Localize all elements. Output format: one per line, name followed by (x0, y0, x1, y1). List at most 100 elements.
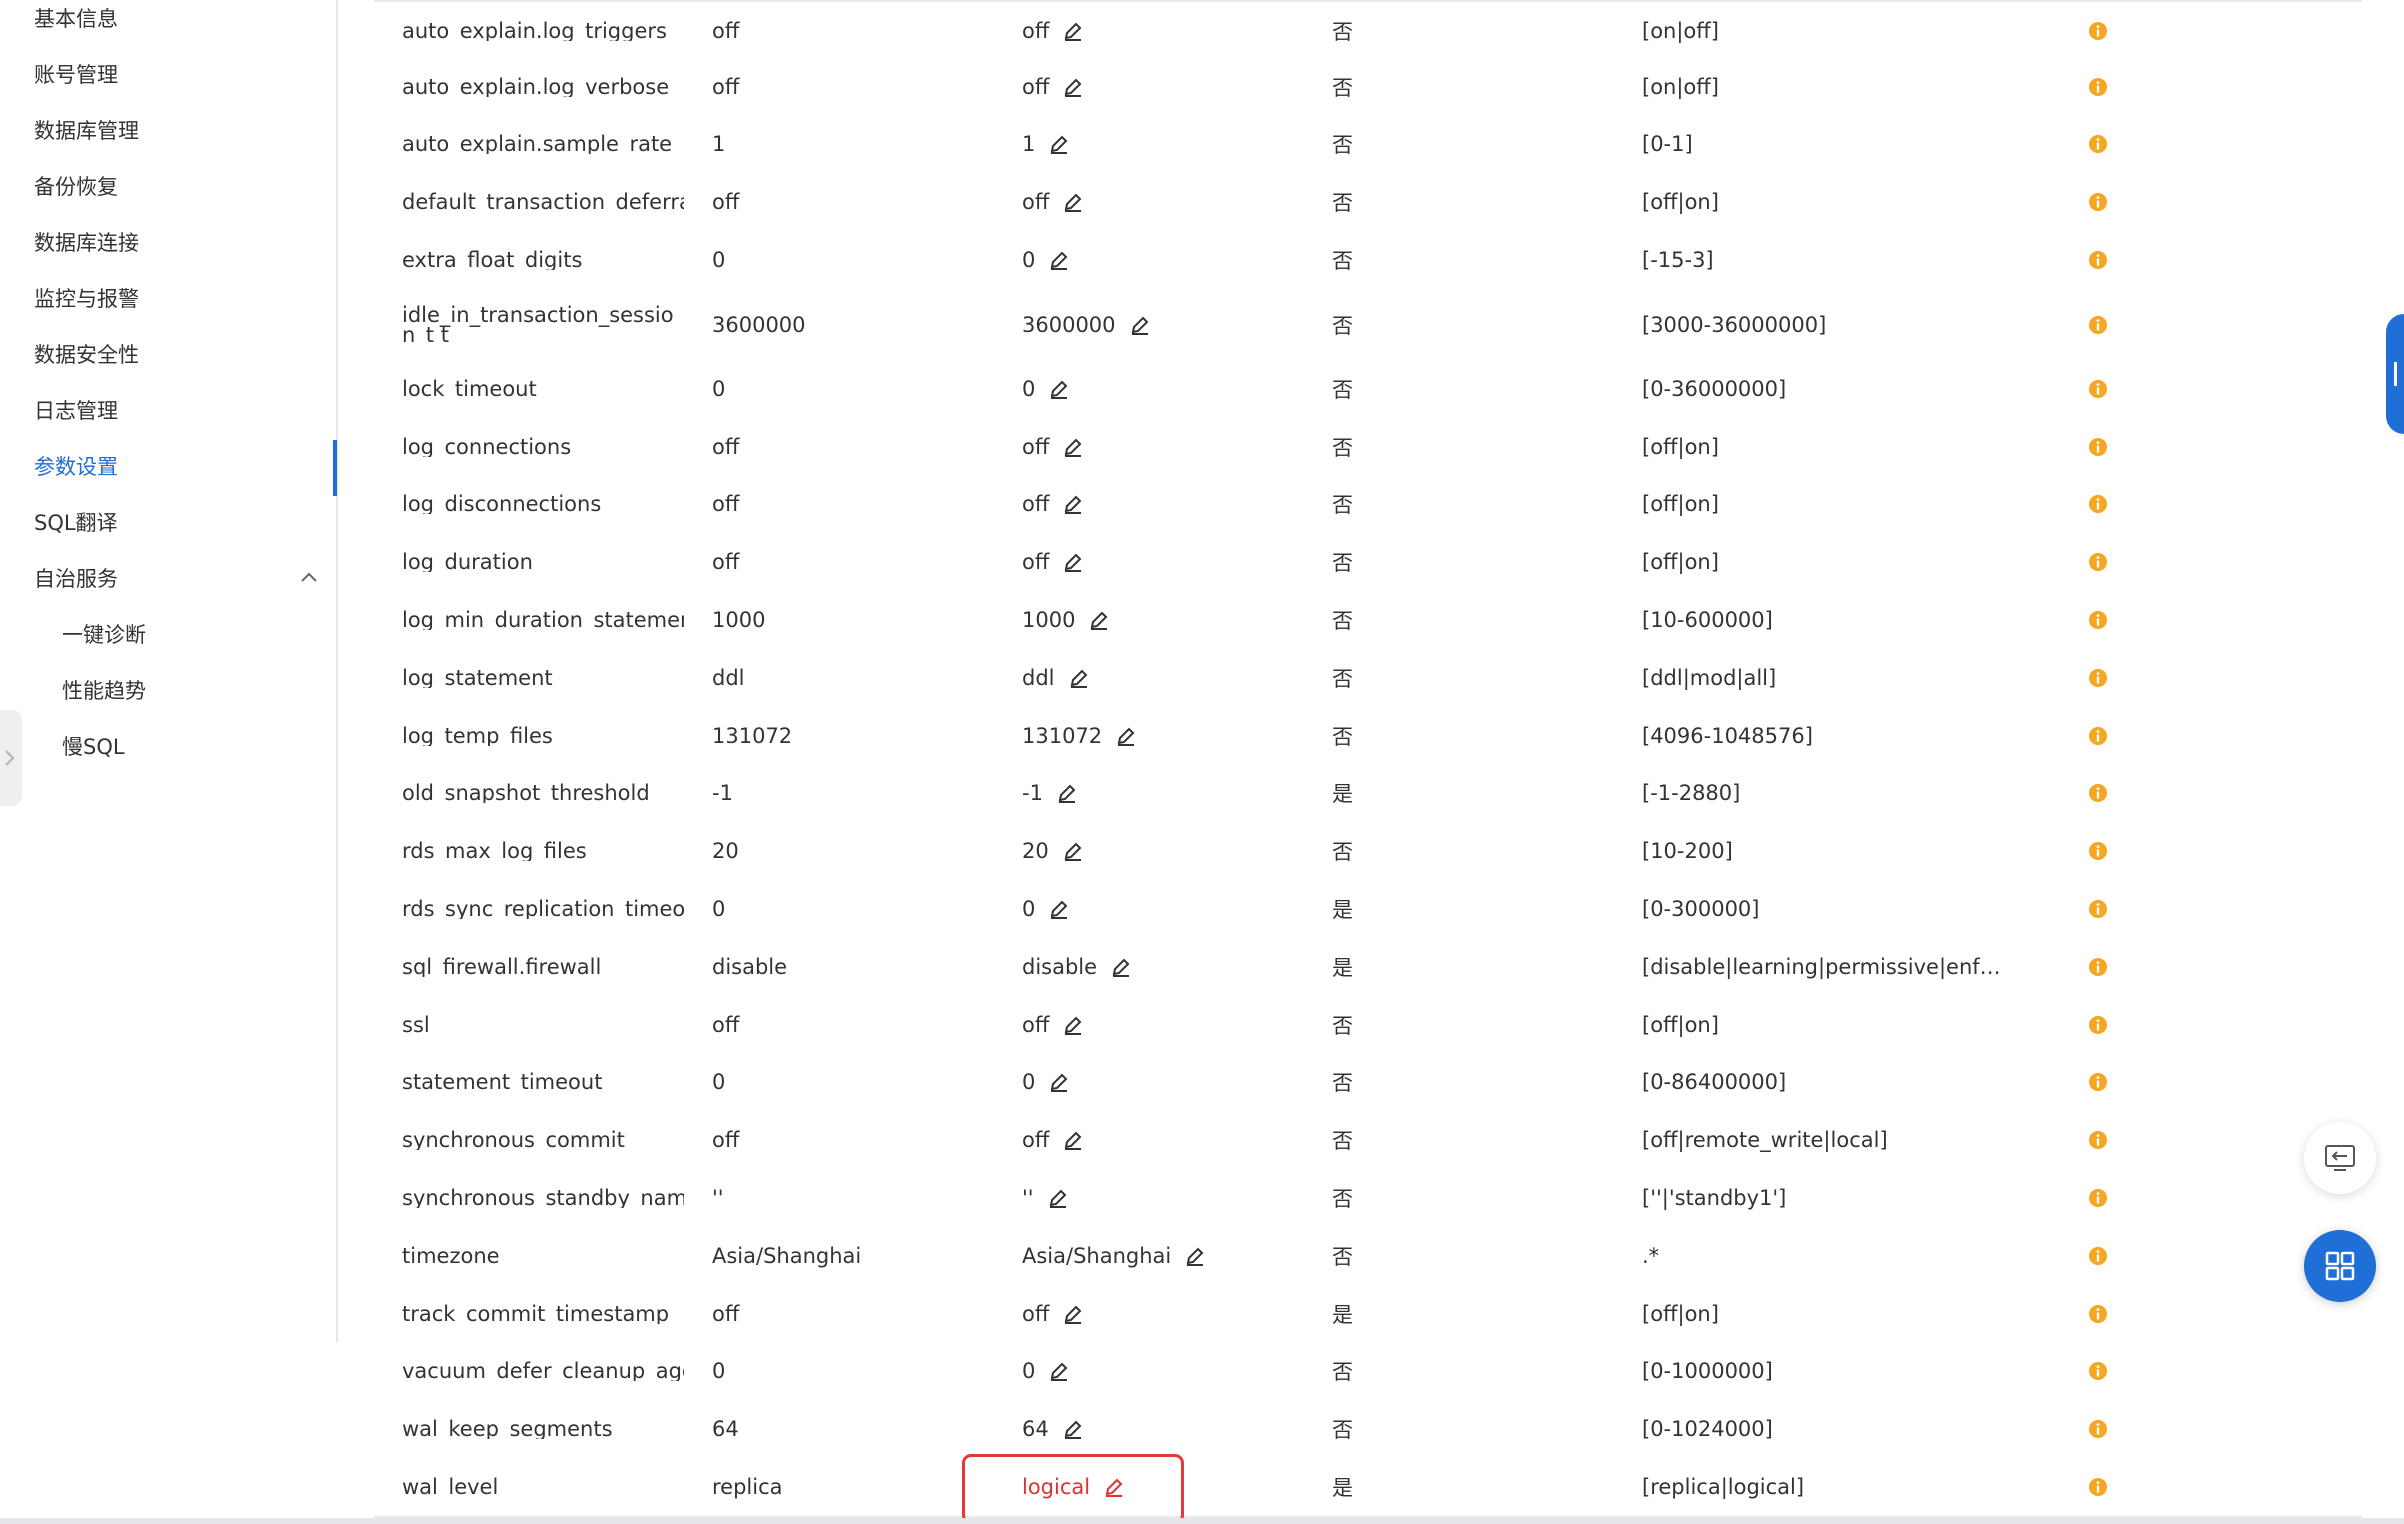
param-range: [3000-36000000] (1642, 312, 1827, 337)
info-circle-icon[interactable] (2088, 726, 2108, 746)
sidebar-item-security[interactable]: 数据安全性 (34, 341, 139, 369)
param-range-cell: [10-600000] (1642, 591, 2022, 649)
info-circle-icon[interactable] (2088, 437, 2108, 457)
param-default: off (712, 1301, 740, 1326)
sidebar-item-basic-info[interactable]: 基本信息 (34, 5, 118, 33)
pencil-icon[interactable] (1063, 1304, 1083, 1324)
param-range: [0-1024000] (1642, 1417, 1773, 1442)
info-circle-icon[interactable] (2088, 77, 2108, 97)
pencil-icon[interactable] (1185, 1246, 1205, 1266)
info-circle-icon[interactable] (2088, 1015, 2108, 1035)
param-name-cell: track_commit_timestamp (402, 1285, 684, 1343)
pencil-icon[interactable] (1116, 726, 1136, 746)
pencil-icon[interactable] (1063, 1130, 1083, 1151)
feedback-button[interactable] (2304, 1122, 2376, 1194)
pencil-icon[interactable] (1049, 134, 1069, 155)
sidebar-item-backup-restore[interactable]: 备份恢复 (34, 173, 118, 201)
pencil-icon[interactable] (1089, 610, 1109, 631)
sidebar-item-parameters[interactable]: 参数设置 (34, 453, 118, 481)
pencil-icon[interactable] (1063, 552, 1083, 573)
info-circle-icon[interactable] (2088, 192, 2108, 212)
info-circle-icon[interactable] (2088, 134, 2108, 154)
info-circle-icon[interactable] (2088, 315, 2108, 335)
info-circle-icon[interactable] (2088, 552, 2108, 572)
param-running-value: 20 (1022, 839, 1049, 864)
param-info-cell (2088, 58, 2128, 116)
param-info-cell (2088, 880, 2128, 938)
pencil-icon[interactable] (1063, 21, 1083, 41)
info-circle-icon[interactable] (2088, 1246, 2108, 1266)
param-running-value: off (1022, 550, 1050, 575)
param-running-cell: Asia/Shanghai (1022, 1227, 1322, 1285)
info-circle-icon[interactable] (2088, 610, 2108, 630)
param-range-cell: [replica|logical] (1642, 1458, 2022, 1516)
info-circle-icon[interactable] (2088, 957, 2108, 977)
pencil-icon[interactable] (1063, 192, 1083, 213)
info-circle-icon[interactable] (2088, 1361, 2108, 1381)
info-circle-icon[interactable] (2088, 250, 2108, 270)
param-name-cell: vacuum_defer_cleanup_age (402, 1343, 684, 1401)
sidebar-item-monitoring[interactable]: 监控与报警 (34, 285, 139, 313)
sidebar-item-db-connection[interactable]: 数据库连接 (34, 229, 139, 257)
pencil-icon[interactable] (1063, 841, 1083, 862)
info-circle-icon[interactable] (2088, 1188, 2108, 1208)
param-name-cell: log_duration (402, 533, 684, 591)
pencil-icon[interactable] (1063, 1015, 1083, 1035)
pencil-icon[interactable] (1063, 494, 1083, 515)
sidebar-item-logs[interactable]: 日志管理 (34, 397, 118, 425)
sidebar-item-slow-sql[interactable]: 慢SQL (62, 733, 125, 761)
sidebar-item-accounts[interactable]: 账号管理 (34, 61, 118, 89)
pencil-icon[interactable] (1049, 899, 1069, 920)
apps-button[interactable] (2304, 1230, 2376, 1302)
info-circle-icon[interactable] (2088, 21, 2108, 41)
pencil-icon[interactable] (1069, 668, 1089, 688)
param-running-cell: 0 (1022, 1343, 1322, 1401)
info-circle-icon[interactable] (2088, 1072, 2108, 1092)
info-circle-icon[interactable] (2088, 1419, 2108, 1439)
param-running-value: off (1022, 1012, 1050, 1037)
info-circle-icon[interactable] (2088, 494, 2108, 514)
pencil-icon[interactable] (1049, 1072, 1069, 1093)
side-panel-toggle[interactable] (2386, 314, 2404, 434)
param-restart-required: 否 (1332, 435, 1353, 460)
param-range-cell: [off|on] (1642, 476, 2022, 534)
sidebar-item-performance-trend[interactable]: 性能趋势 (62, 677, 146, 705)
param-running-cell: off (1022, 173, 1322, 231)
pencil-icon[interactable] (1048, 1188, 1068, 1209)
table-row: log_min_duration_statement 1000 1000 否 [10-6… (374, 591, 2362, 651)
pencil-icon[interactable] (1057, 783, 1077, 804)
pencil-icon[interactable] (1049, 250, 1069, 271)
info-circle-icon[interactable] (2088, 668, 2108, 688)
param-range-cell: [0-1000000] (1642, 1343, 2022, 1401)
pencil-icon[interactable] (1111, 957, 1131, 977)
info-circle-icon[interactable] (2088, 899, 2108, 919)
sidebar-item-sql-translation[interactable]: SQL翻译 (34, 509, 118, 537)
sidebar-item-one-click-diagnosis[interactable]: 一键诊断 (62, 621, 146, 649)
param-range: [10-600000] (1642, 608, 1773, 633)
pencil-icon[interactable] (1063, 77, 1083, 97)
info-circle-icon[interactable] (2088, 1477, 2108, 1497)
info-circle-icon[interactable] (2088, 1304, 2108, 1324)
sidebar-item-databases[interactable]: 数据库管理 (34, 117, 139, 145)
chevron-up-icon[interactable] (298, 569, 320, 585)
param-running-cell: '' (1022, 1169, 1322, 1227)
param-info-cell (2088, 476, 2128, 534)
info-circle-icon[interactable] (2088, 379, 2108, 399)
info-circle-icon[interactable] (2088, 1130, 2108, 1150)
pencil-icon[interactable] (1049, 379, 1069, 399)
pencil-icon[interactable] (1063, 1419, 1083, 1440)
param-name: wal_level (402, 1477, 499, 1498)
param-name: vacuum_defer_cleanup_age (402, 1361, 684, 1382)
sidebar-item-autonomy[interactable]: 自治服务 (34, 565, 118, 593)
param-running-value: -1 (1022, 781, 1043, 806)
param-name-cell: log_statement (402, 649, 684, 707)
pencil-icon[interactable] (1049, 1361, 1069, 1382)
param-range: [0-86400000] (1642, 1070, 1787, 1095)
info-circle-icon[interactable] (2088, 783, 2108, 803)
param-restart-required: 否 (1332, 609, 1353, 634)
expand-left-tab[interactable] (0, 710, 22, 806)
info-circle-icon[interactable] (2088, 841, 2108, 861)
pencil-icon[interactable] (1130, 315, 1150, 335)
pencil-icon[interactable] (1063, 437, 1083, 457)
param-info-cell (2088, 765, 2128, 823)
